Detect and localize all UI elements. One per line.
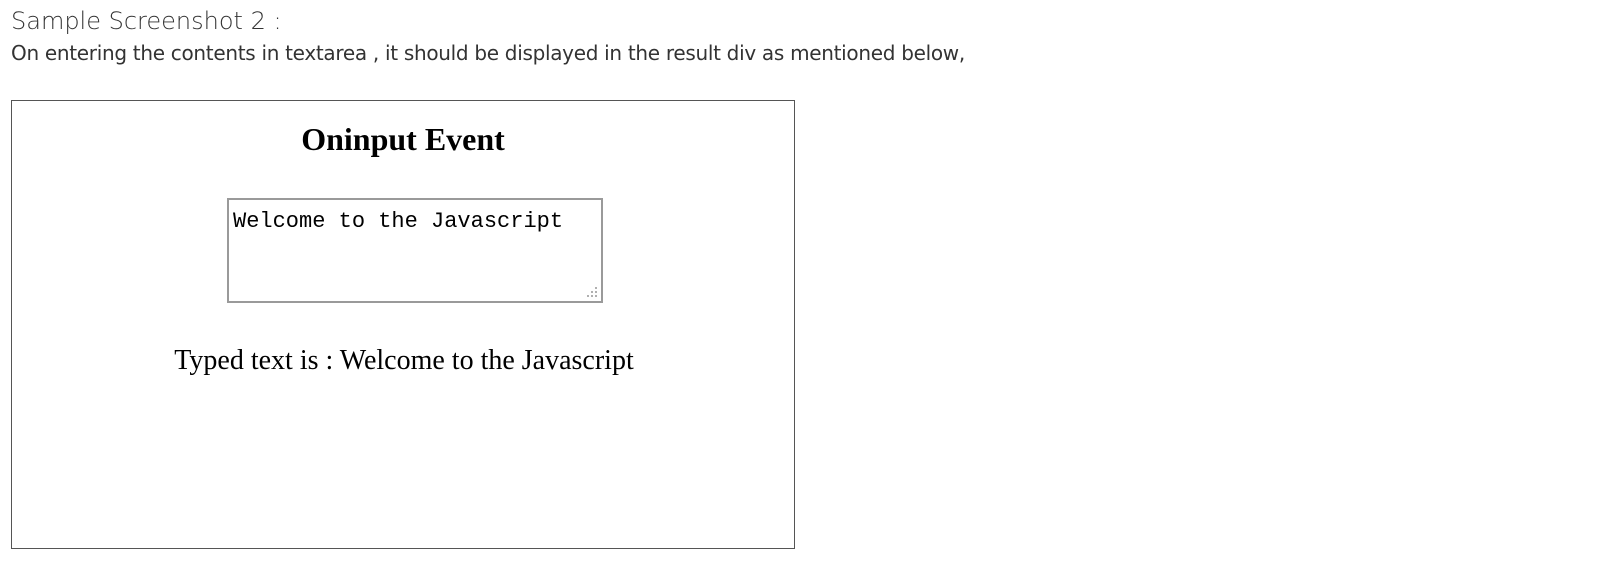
demo-textarea[interactable] bbox=[227, 198, 603, 303]
page-description: On entering the contents in textarea , i… bbox=[11, 41, 965, 65]
resize-grip-icon[interactable] bbox=[585, 285, 599, 299]
result-value: Welcome to the Javascript bbox=[339, 345, 634, 376]
screenshot-frame: Oninput Event Typed text is : Welcome to… bbox=[11, 100, 795, 549]
demo-title: Oninput Event bbox=[301, 121, 505, 157]
result-label: Typed text is : bbox=[174, 345, 340, 376]
result-div: Typed text is : Welcome to the Javascrip… bbox=[12, 344, 796, 378]
page-heading: Sample Screenshot 2 : bbox=[11, 7, 282, 35]
